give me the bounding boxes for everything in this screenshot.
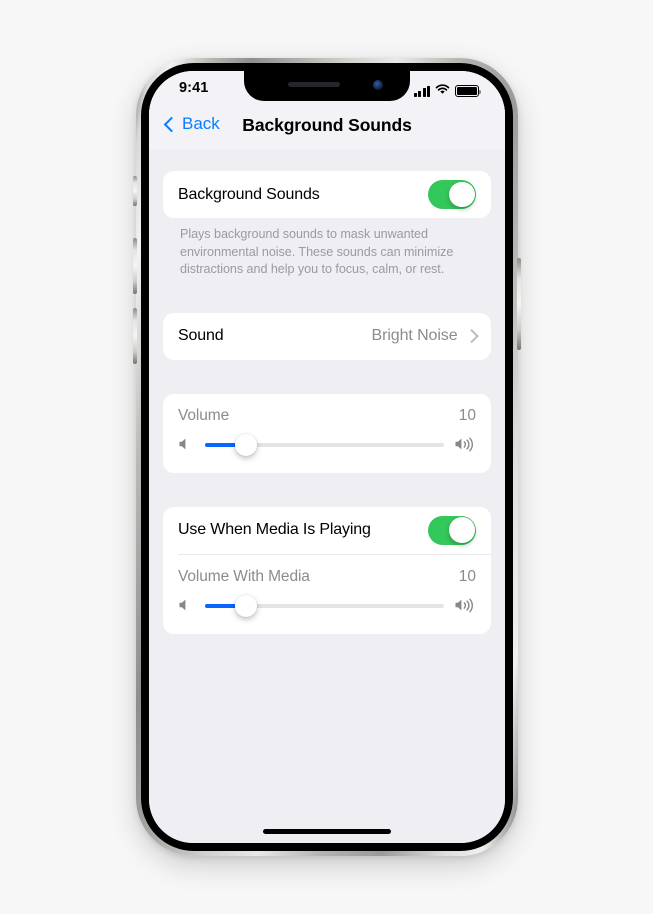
volume-up-button[interactable] bbox=[133, 238, 137, 294]
use-when-media-playing-row[interactable]: Use When Media Is Playing bbox=[163, 507, 491, 554]
media-volume-slider-block: Volume With Media 10 bbox=[163, 555, 491, 634]
speaker-low-icon bbox=[178, 598, 195, 613]
speaker-low-icon bbox=[178, 437, 195, 452]
media-card: Use When Media Is Playing Volume With Me… bbox=[163, 506, 491, 634]
background-sounds-label: Background Sounds bbox=[178, 185, 320, 203]
sound-label: Sound bbox=[178, 327, 224, 344]
media-volume-value: 10 bbox=[458, 567, 476, 585]
background-sounds-card: Background Sounds bbox=[163, 171, 491, 218]
background-sounds-description: Plays background sounds to mask unwanted… bbox=[180, 227, 454, 276]
earpiece-speaker-icon bbox=[288, 82, 340, 87]
toggle-knob bbox=[449, 181, 475, 208]
status-time: 9:41 bbox=[179, 80, 209, 96]
mute-switch-button[interactable] bbox=[133, 176, 137, 206]
home-indicator[interactable] bbox=[263, 829, 391, 834]
volume-slider-thumb[interactable] bbox=[234, 433, 257, 456]
settings-content: Background Sounds Plays background sound… bbox=[149, 149, 505, 843]
navigation-bar: Back Background Sounds bbox=[149, 107, 505, 149]
volume-slider[interactable] bbox=[205, 433, 444, 456]
page-title: Background Sounds bbox=[242, 115, 412, 135]
sound-value-group: Bright Noise bbox=[371, 327, 478, 345]
sound-card: Sound Bright Noise bbox=[163, 312, 491, 360]
media-volume-slider-row bbox=[178, 594, 476, 617]
status-indicators bbox=[413, 82, 482, 100]
phone-screen: 9:41 Back Background Sounds Background S… bbox=[149, 71, 505, 843]
media-volume-header: Volume With Media 10 bbox=[178, 568, 476, 586]
settings-screen: 9:41 Back Background Sounds Background S… bbox=[149, 71, 505, 843]
volume-value: 10 bbox=[458, 406, 476, 424]
front-camera-icon bbox=[373, 80, 383, 90]
volume-down-button[interactable] bbox=[133, 308, 137, 364]
background-sounds-row[interactable]: Background Sounds bbox=[163, 171, 491, 218]
volume-slider-row bbox=[178, 433, 476, 456]
media-volume-slider[interactable] bbox=[205, 594, 444, 617]
signal-bars-icon bbox=[413, 85, 430, 97]
notch bbox=[244, 71, 410, 101]
power-button[interactable] bbox=[517, 258, 521, 350]
sound-value: Bright Noise bbox=[371, 327, 458, 344]
volume-label: Volume bbox=[178, 406, 230, 424]
speaker-high-icon bbox=[454, 598, 476, 613]
background-sounds-toggle[interactable] bbox=[428, 180, 476, 209]
wifi-icon bbox=[435, 82, 450, 100]
volume-header: Volume 10 bbox=[178, 407, 476, 425]
media-volume-label: Volume With Media bbox=[178, 567, 310, 585]
volume-slider-block: Volume 10 bbox=[163, 394, 491, 473]
iphone-device-frame: 9:41 Back Background Sounds Background S… bbox=[133, 58, 521, 856]
speaker-high-icon bbox=[454, 437, 476, 452]
media-volume-slider-thumb[interactable] bbox=[234, 594, 257, 617]
volume-card: Volume 10 bbox=[163, 393, 491, 473]
battery-full-icon bbox=[455, 85, 482, 97]
use-when-media-playing-toggle[interactable] bbox=[428, 515, 476, 545]
chevron-right-icon bbox=[464, 329, 478, 343]
toggle-knob bbox=[449, 517, 475, 543]
use-when-media-playing-label: Use When Media Is Playing bbox=[178, 521, 371, 538]
sound-row[interactable]: Sound Bright Noise bbox=[163, 313, 491, 360]
